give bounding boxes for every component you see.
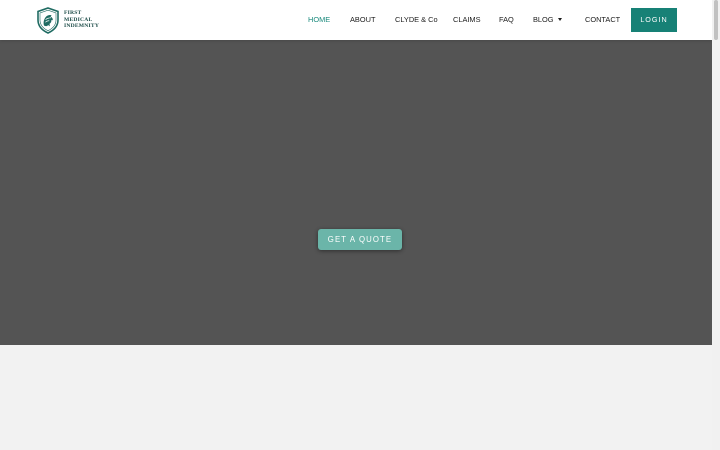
nav-item-claims[interactable]: CLAIMS — [453, 15, 481, 25]
site-header: FIRST MEDICAL INDEMNITY HOME ABOUT CLYDE… — [0, 0, 712, 40]
nav-item-clyde-co[interactable]: CLYDE & Co — [395, 15, 438, 25]
scrollbar-thumb[interactable] — [714, 0, 718, 40]
nav-item-faq[interactable]: FAQ — [499, 15, 514, 25]
page: FIRST MEDICAL INDEMNITY HOME ABOUT CLYDE… — [0, 0, 720, 450]
nav-item-contact[interactable]: CONTACT — [585, 15, 620, 25]
main-nav: HOME ABOUT CLYDE & Co CLAIMS FAQ BLOG CO… — [0, 0, 712, 40]
nav-item-about[interactable]: ABOUT — [350, 15, 375, 25]
nav-item-blog[interactable]: BLOG — [533, 15, 554, 25]
hero-banner: GET A QUOTE — [0, 40, 712, 345]
nav-item-home[interactable]: HOME — [308, 15, 330, 25]
login-button[interactable]: LOGIN — [631, 8, 677, 32]
page-scrollbar[interactable] — [712, 0, 720, 450]
get-a-quote-button[interactable]: GET A QUOTE — [318, 229, 402, 250]
content-section — [0, 345, 712, 450]
blog-dropdown-caret-icon[interactable] — [558, 18, 562, 21]
